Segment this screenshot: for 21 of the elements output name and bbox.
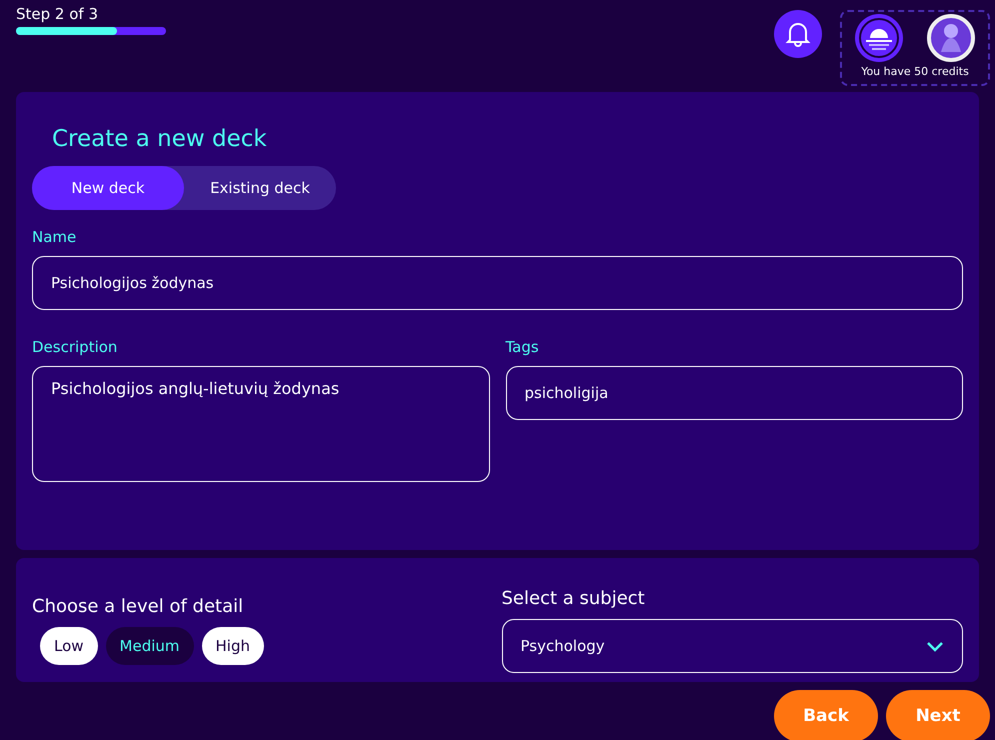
field-label: Tags bbox=[506, 338, 540, 356]
credits-text: You have 50 credits bbox=[861, 65, 969, 78]
step-label: Step 2 of 3 bbox=[16, 5, 100, 23]
level-option[interactable]: Low bbox=[40, 627, 98, 665]
field-label: Name bbox=[32, 228, 78, 246]
subject-select[interactable]: Psychology bbox=[502, 619, 963, 673]
level-option[interactable]: Medium bbox=[106, 627, 194, 665]
sunset-icon[interactable] bbox=[855, 14, 903, 62]
bell-icon[interactable] bbox=[774, 10, 822, 58]
level-option[interactable]: High bbox=[202, 627, 264, 665]
description-field[interactable]: Psichologijos anglų-lietuvių žodynas bbox=[32, 366, 490, 482]
chevron-icon bbox=[926, 640, 944, 652]
field-label: Description bbox=[32, 338, 118, 356]
tab[interactable]: New deck bbox=[32, 166, 184, 210]
section-title: Choose a level of detail bbox=[32, 596, 244, 617]
card-title: Create a new deck bbox=[52, 126, 268, 152]
name-field[interactable]: Psichologijos žodynas bbox=[32, 256, 963, 310]
section-title: Select a subject bbox=[502, 588, 646, 609]
tab[interactable]: Existing deck bbox=[184, 166, 336, 210]
avatar-icon[interactable] bbox=[927, 14, 975, 62]
tags-field[interactable]: psicholigija bbox=[506, 366, 963, 420]
